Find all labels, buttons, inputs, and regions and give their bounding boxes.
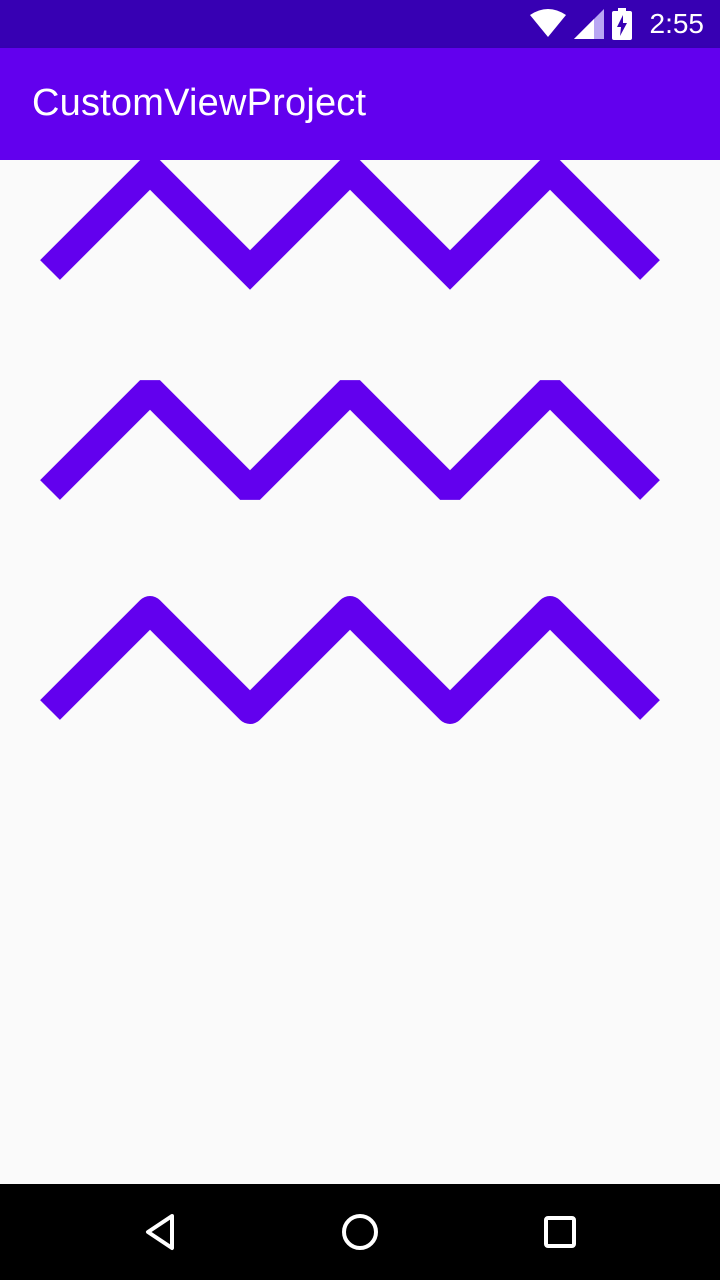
app-bar: CustomViewProject bbox=[0, 48, 720, 160]
zigzag-canvas bbox=[40, 150, 660, 724]
cell-signal-icon bbox=[573, 9, 604, 39]
back-icon bbox=[146, 1214, 174, 1250]
status-icons: 2:55 bbox=[529, 0, 705, 48]
battery-charging-icon bbox=[611, 8, 632, 40]
recents-icon bbox=[544, 1216, 576, 1248]
navigation-bar bbox=[0, 1184, 720, 1280]
status-time: 2:55 bbox=[649, 8, 705, 39]
status-bar: 2:55 bbox=[0, 0, 720, 48]
back-button[interactable] bbox=[136, 1208, 184, 1256]
zigzag-round bbox=[40, 596, 660, 724]
home-icon bbox=[342, 1214, 378, 1250]
app-title: CustomViewProject bbox=[32, 82, 367, 124]
zigzag-miter bbox=[40, 150, 660, 290]
wifi-icon bbox=[529, 9, 566, 37]
recents-button[interactable] bbox=[536, 1208, 584, 1256]
zigzag-bevel bbox=[40, 380, 660, 500]
custom-view-canvas bbox=[0, 150, 720, 1184]
home-button[interactable] bbox=[336, 1208, 384, 1256]
